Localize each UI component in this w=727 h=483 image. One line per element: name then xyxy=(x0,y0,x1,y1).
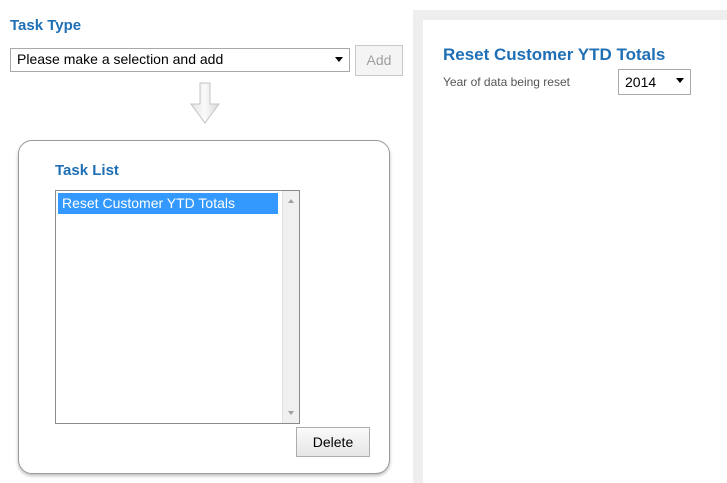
listbox-scrollbar[interactable] xyxy=(282,191,299,423)
task-type-select-value: Please make a selection and add xyxy=(17,51,224,67)
list-item[interactable]: Reset Customer YTD Totals xyxy=(58,193,278,214)
task-type-select[interactable]: Please make a selection and add xyxy=(10,48,350,72)
year-select-value: 2014 xyxy=(625,74,657,90)
down-arrow-icon xyxy=(190,82,220,124)
year-select[interactable]: 2014 xyxy=(618,69,691,95)
delete-button[interactable]: Delete xyxy=(296,427,370,457)
task-type-heading: Task Type xyxy=(10,17,82,34)
task-listbox[interactable]: Reset Customer YTD Totals xyxy=(55,190,300,424)
scroll-down-icon[interactable] xyxy=(288,411,294,415)
chevron-down-icon xyxy=(676,78,684,83)
add-button[interactable]: Add xyxy=(355,45,403,76)
year-label: Year of data being reset xyxy=(443,75,570,89)
task-detail-heading: Reset Customer YTD Totals xyxy=(443,45,666,64)
task-list-heading: Task List xyxy=(55,162,119,179)
scroll-up-icon[interactable] xyxy=(288,199,294,203)
chevron-down-icon xyxy=(335,57,343,62)
